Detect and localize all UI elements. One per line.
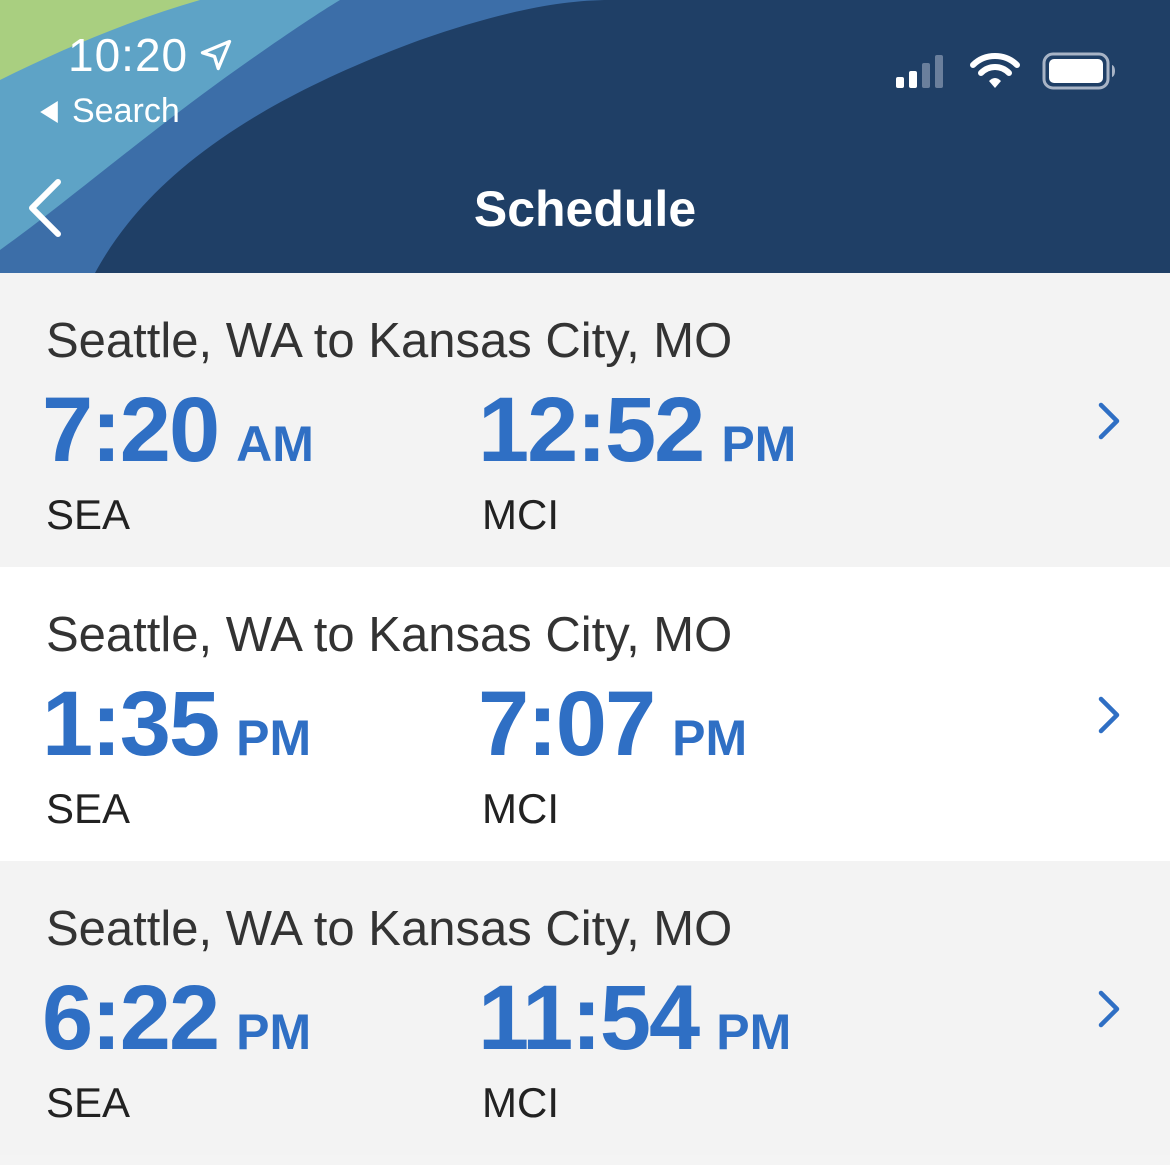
arrival-time-value: 7:07 bbox=[478, 673, 656, 775]
chevron-right-icon bbox=[1098, 990, 1120, 1028]
departure-airport-code: SEA bbox=[46, 1079, 131, 1126]
departure-time-value: 6:22 bbox=[42, 967, 220, 1069]
arrival-ampm: PM bbox=[721, 416, 797, 472]
arrival-ampm: PM bbox=[716, 1004, 792, 1060]
status-time-text: 10:20 bbox=[68, 29, 189, 81]
departure-time: 1:35 PM bbox=[42, 672, 311, 777]
flight-row[interactable]: Seattle, WA to Kansas City, MO 1:35 PM 7:… bbox=[0, 567, 1170, 861]
cellular-signal-icon bbox=[896, 55, 943, 88]
departure-ampm: AM bbox=[236, 416, 314, 472]
chevron-right-icon bbox=[1098, 402, 1120, 440]
departure-ampm: PM bbox=[236, 1004, 312, 1060]
location-arrow-icon bbox=[200, 39, 232, 71]
arrival-airport-code: MCI bbox=[482, 491, 559, 538]
departure-time-value: 7:20 bbox=[42, 379, 220, 481]
arrival-time-value: 11:54 bbox=[478, 967, 700, 1069]
page-title: Schedule bbox=[473, 181, 697, 237]
status-icons bbox=[894, 52, 1118, 90]
route-label: Seattle, WA to Kansas City, MO bbox=[46, 314, 733, 368]
app-header: 10:20 Search Schedule bbox=[0, 0, 1170, 273]
arrival-airport-code: MCI bbox=[482, 785, 559, 832]
back-triangle-icon bbox=[40, 100, 58, 123]
flight-row[interactable]: Seattle, WA to Kansas City, MO 6:22 PM 11… bbox=[0, 861, 1170, 1155]
departure-ampm: PM bbox=[236, 710, 312, 766]
arrival-time: 11:54 PM bbox=[478, 966, 791, 1071]
departure-airport-code: SEA bbox=[46, 785, 131, 832]
departure-time-value: 1:35 bbox=[42, 673, 220, 775]
arrival-time: 7:07 PM bbox=[478, 672, 747, 777]
schedule-list: Seattle, WA to Kansas City, MO 7:20 AM 12… bbox=[0, 273, 1170, 1155]
arrival-airport-code: MCI bbox=[482, 1079, 559, 1126]
route-label: Seattle, WA to Kansas City, MO bbox=[46, 608, 733, 662]
departure-time: 7:20 AM bbox=[42, 378, 314, 483]
flight-row[interactable]: Seattle, WA to Kansas City, MO 7:20 AM 12… bbox=[0, 273, 1170, 567]
wifi-icon bbox=[970, 53, 1020, 88]
route-label: Seattle, WA to Kansas City, MO bbox=[46, 902, 733, 956]
departure-time: 6:22 PM bbox=[42, 966, 311, 1071]
chevron-right-icon bbox=[1098, 696, 1120, 734]
departure-airport-code: SEA bbox=[46, 491, 131, 538]
back-to-search-link[interactable]: Search bbox=[38, 92, 180, 131]
arrival-ampm: PM bbox=[672, 710, 748, 766]
back-to-search-label: Search bbox=[72, 92, 180, 130]
arrival-time-value: 12:52 bbox=[478, 379, 705, 481]
status-bar-time: 10:20 bbox=[68, 28, 234, 82]
battery-icon bbox=[1042, 52, 1115, 90]
arrival-time: 12:52 PM bbox=[478, 378, 796, 483]
